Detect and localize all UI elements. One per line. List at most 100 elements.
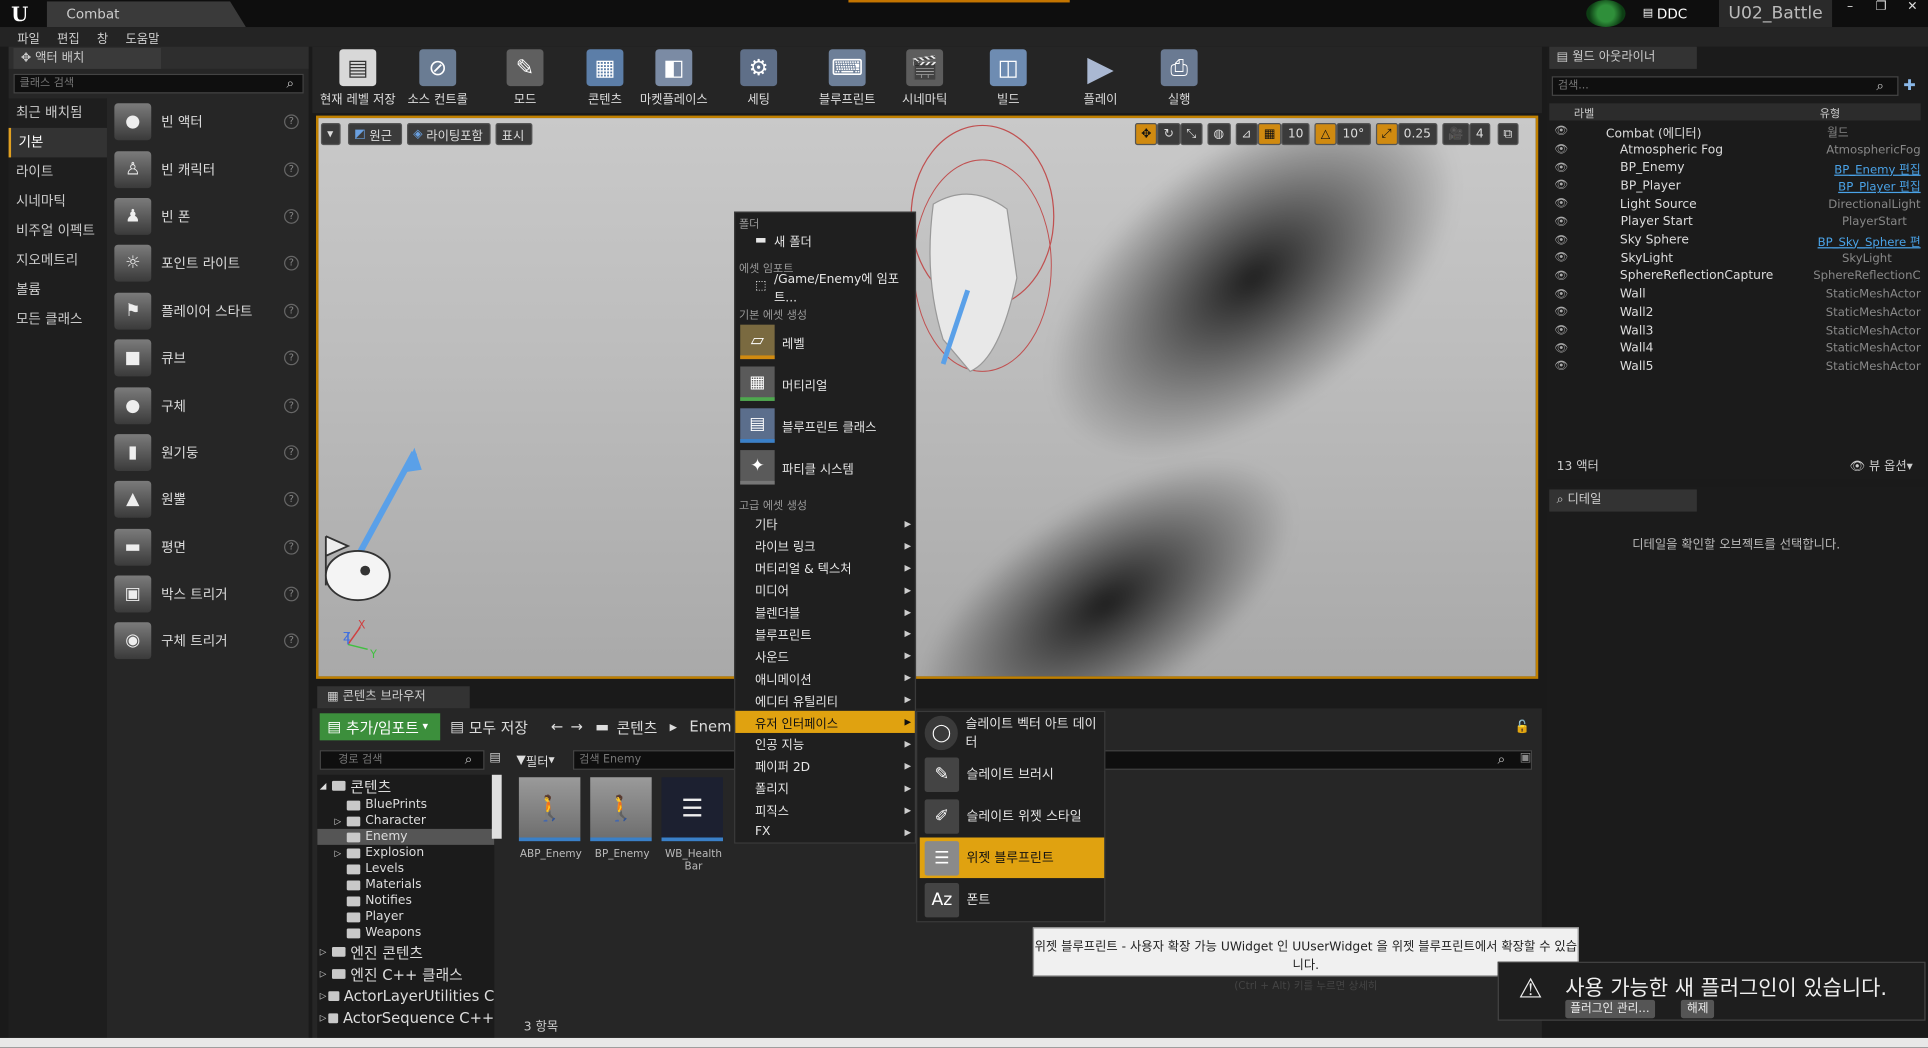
menu-item-advanced[interactable]: 미디어 ▶ <box>735 579 915 601</box>
back-arrow-icon[interactable]: ← <box>551 718 563 735</box>
place-item-cylinder[interactable]: ▮ 원기둥? <box>109 429 306 476</box>
outliner-row[interactable]: 👁 Light Source DirectionalLight <box>1549 195 1920 213</box>
category-volumes[interactable]: 볼륨 <box>9 275 107 305</box>
tree-folder[interactable]: ▷ 엔진 콘텐츠 <box>317 941 494 963</box>
visibility-eye-icon[interactable]: 👁 <box>1554 126 1569 138</box>
category-lights[interactable]: 라이트 <box>9 157 107 187</box>
maximize-button[interactable]: ❐ <box>1866 1 1897 13</box>
tree-folder[interactable]: ◢ 콘텐츠 <box>317 775 494 797</box>
edit-blueprint-link[interactable]: BP_Sky_Sphere 편 <box>1818 232 1921 250</box>
build-button[interactable]: ◫ 빌드 <box>984 47 1033 113</box>
help-icon[interactable]: ? <box>284 539 299 555</box>
tree-folder[interactable]: ▷ Explosion <box>317 845 494 861</box>
source-control-status-icon[interactable] <box>1586 0 1626 28</box>
menu-item-new-folder[interactable]: ▬ 새 폴더 <box>735 230 915 251</box>
menu-file[interactable]: 파일 <box>17 28 40 47</box>
submenu-slate-widget-style[interactable]: ✐ 슬레이트 위젯 스타일 <box>920 796 1104 837</box>
help-icon[interactable]: ? <box>284 256 299 271</box>
add-actor-icon[interactable]: ✚ <box>1903 76 1915 93</box>
help-icon[interactable]: ? <box>284 114 299 130</box>
outliner-row[interactable]: 👁 Player Start PlayerStart <box>1549 213 1920 231</box>
tree-folder[interactable]: Notifies <box>317 893 494 909</box>
outliner-row[interactable]: 👁 Wall4 StaticMeshActor <box>1549 340 1920 358</box>
visibility-eye-icon[interactable]: 👁 <box>1554 343 1568 355</box>
submenu-widget-blueprint[interactable]: ☰ 위젯 블루프린트 <box>919 837 1105 879</box>
place-item-box-trigger[interactable]: ▣ 박스 트리거? <box>109 571 306 618</box>
help-icon[interactable]: ? <box>284 633 299 649</box>
help-icon[interactable]: ? <box>284 586 299 602</box>
save-level-button[interactable]: ▤ 현재 레벨 저장 <box>317 47 398 113</box>
visibility-eye-icon[interactable]: 👁 <box>1554 234 1568 246</box>
tree-folder[interactable]: Levels <box>317 861 494 877</box>
outliner-row[interactable]: 👁 Wall3 StaticMeshActor <box>1549 322 1920 340</box>
help-icon[interactable]: ? <box>284 303 299 319</box>
menu-item-advanced[interactable]: 페이퍼 2D ▶ <box>735 755 915 777</box>
tree-folder[interactable]: BluePrints <box>317 797 494 813</box>
visibility-eye-icon[interactable]: 👁 <box>1554 361 1568 373</box>
visibility-eye-icon[interactable]: 👁 <box>1554 144 1568 156</box>
outliner-row[interactable]: 👁 SkyLight SkyLight <box>1549 250 1920 268</box>
visibility-eye-icon[interactable]: 👁 <box>1554 325 1568 337</box>
tree-folder[interactable]: ▷ ActorSequence C++ <box>317 1007 495 1029</box>
place-actors-tab[interactable]: ✥ 액터 배치 <box>13 47 162 69</box>
blueprints-button[interactable]: ⌨ 블루프린트 <box>812 47 883 113</box>
outliner-row[interactable]: 👁 Wall5 StaticMeshActor <box>1549 358 1920 376</box>
path-search-input[interactable]: 경로 검색 <box>319 750 485 770</box>
visibility-eye-icon[interactable]: 👁 <box>1554 252 1569 264</box>
menu-item-blueprint-class[interactable]: ▤ 블루프린트 클래스 <box>735 405 915 447</box>
place-item-empty-actor[interactable]: ● 빈 액터? <box>109 98 306 145</box>
help-icon[interactable]: ? <box>284 445 299 460</box>
visibility-eye-icon[interactable]: 👁 <box>1554 289 1568 301</box>
outliner-row[interactable]: 👁 Atmospheric Fog AtmosphericFog <box>1549 141 1920 159</box>
col-label[interactable]: 라벨 <box>1574 104 1820 120</box>
place-item-cube[interactable]: ■ 큐브? <box>109 334 306 381</box>
visibility-eye-icon[interactable]: 👁 <box>1554 216 1569 228</box>
category-visual-effects[interactable]: 비주얼 이펙트 <box>9 216 107 246</box>
menu-item-advanced[interactable]: 에디터 유틸리티 ▶ <box>735 689 915 711</box>
visibility-eye-icon[interactable]: 👁 <box>1554 270 1568 282</box>
world-outliner-tab[interactable]: ▤ 월드 아웃라이너 <box>1549 46 1697 69</box>
view-options-button[interactable]: 👁 뷰 옵션▾ <box>1849 455 1913 474</box>
menu-item-advanced[interactable]: 유저 인터페이스 ▶ <box>735 710 915 733</box>
place-item-plane[interactable]: ▬ 평면? <box>109 523 306 570</box>
menu-item-advanced[interactable]: 인공 지능 ▶ <box>735 733 915 755</box>
level-viewport[interactable]: ▾ ◩ 원근 ◈ 라이팅포함 표시 ✥ ↻ ⤡ ◍ ⊿ ▦ 10 △ 10° ⤢ 0… <box>316 115 1539 679</box>
modes-button[interactable]: ✎ 모드 <box>494 47 555 113</box>
menu-window[interactable]: 창 <box>97 28 108 47</box>
category-all-classes[interactable]: 모든 클래스 <box>9 305 107 335</box>
help-icon[interactable]: ? <box>284 397 299 413</box>
place-item-point-light[interactable]: ☼ 포인트 라이트? <box>109 240 306 287</box>
tree-folder[interactable]: Materials <box>317 877 494 893</box>
category-geometry[interactable]: 지오메트리 <box>9 246 107 276</box>
help-icon[interactable]: ? <box>284 209 299 224</box>
place-item-cone[interactable]: ▲ 원뿔? <box>109 476 306 523</box>
expand-arrow-icon[interactable]: ▷ <box>334 816 346 826</box>
class-search-input[interactable]: 클래스 검색 <box>13 73 304 94</box>
details-tab[interactable]: ⌕ 디테일 <box>1549 489 1697 512</box>
help-icon[interactable]: ? <box>284 492 299 508</box>
menu-item-advanced[interactable]: 사운드 ▶ <box>735 645 915 667</box>
category-recent[interactable]: 최근 배치됨 <box>9 98 107 128</box>
menu-help[interactable]: 도움말 <box>125 28 159 47</box>
outliner-row[interactable]: 👁 Combat (에디터) 월드 <box>1549 123 1920 141</box>
menu-item-level[interactable]: ▱ 레벨 <box>735 321 915 363</box>
submenu-font[interactable]: Az 폰트 <box>920 879 1104 920</box>
menu-edit[interactable]: 편집 <box>57 28 80 47</box>
place-item-empty-pawn[interactable]: ♟ 빈 폰? <box>109 193 306 240</box>
breadcrumb-current[interactable]: Enem <box>689 718 731 735</box>
outliner-row[interactable]: 👁 Wall StaticMeshActor <box>1549 286 1920 304</box>
place-item-sphere-trigger[interactable]: ◉ 구체 트리거? <box>109 618 306 665</box>
outliner-row[interactable]: 👁 BP_Player BP_Player 편집 <box>1549 177 1920 195</box>
place-item-empty-character[interactable]: ♙ 빈 캐릭터? <box>109 146 306 193</box>
content-button[interactable]: ▦ 콘텐츠 <box>575 47 634 113</box>
level-tab[interactable]: Combat <box>46 1 246 28</box>
menu-item-advanced[interactable]: 피직스 ▶ <box>735 799 915 821</box>
marketplace-button[interactable]: ◧ 마켓플레이스 <box>634 47 713 113</box>
ddc-indicator[interactable]: ▤ DDC <box>1643 2 1709 24</box>
expand-arrow-icon[interactable]: ▷ <box>334 848 346 858</box>
tree-scrollbar[interactable] <box>491 774 502 839</box>
menu-item-import[interactable]: ⬚ /Game/Enemy에 임포트... <box>735 272 915 304</box>
expand-arrow-icon[interactable]: ▷ <box>320 1013 329 1023</box>
edit-blueprint-link[interactable]: BP_Player 편집 <box>1838 178 1920 195</box>
manage-plugins-button[interactable]: 플러그인 관리... <box>1565 999 1655 1019</box>
